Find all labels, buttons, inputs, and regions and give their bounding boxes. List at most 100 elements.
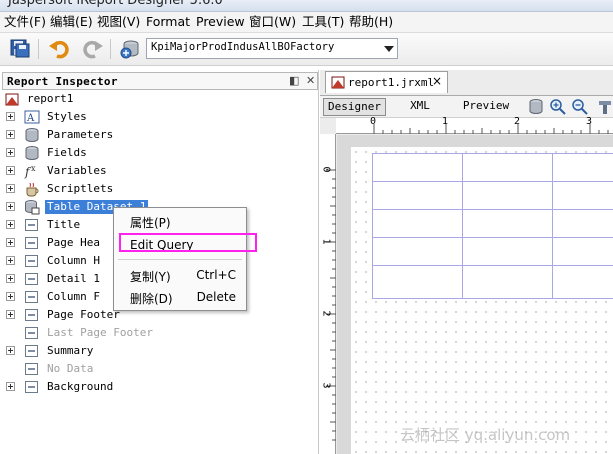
datasource-icon[interactable] [527, 98, 545, 116]
menu-tools[interactable]: 工具(T) [302, 14, 344, 30]
ruler-label: 3 [586, 116, 593, 127]
window-title: Jaspersoft iReport Designer 5.6.0 [8, 0, 223, 8]
copy-menu-item[interactable]: 复制(Y) Ctrl+C [114, 265, 246, 285]
column-line [552, 153, 553, 299]
tree-item-label: Fields [47, 146, 87, 159]
expand-icon[interactable] [6, 382, 15, 391]
band-icon [25, 273, 38, 285]
menu-window[interactable]: 窗口(W) [249, 14, 296, 30]
tree-item-label: Page Hea [47, 236, 100, 249]
undo-icon[interactable] [48, 38, 72, 60]
ruler-label: 3 [320, 382, 332, 389]
band-icon [25, 345, 38, 357]
tree-item-label: Styles [47, 110, 87, 123]
tree-item-label: Parameters [47, 128, 114, 141]
save-all-icon[interactable] [8, 38, 32, 60]
dataset-icon [24, 199, 40, 215]
close-icon[interactable]: ✕ [306, 74, 315, 87]
ruler-label: 2 [514, 116, 521, 127]
tree-item-last-page-footer[interactable]: Last Page Footer [6, 324, 256, 342]
tree-item-styles[interactable]: A Styles [6, 108, 256, 126]
tree-item-no-data[interactable]: No Data [6, 360, 256, 378]
band-icon [25, 291, 38, 303]
tree-item-summary[interactable]: Summary [6, 342, 256, 360]
variables-icon: fx [24, 163, 40, 179]
expand-icon[interactable] [6, 274, 15, 283]
menu-edit[interactable]: 编辑(E) [50, 14, 93, 30]
fields-icon [24, 145, 40, 161]
expand-icon[interactable] [6, 256, 15, 265]
tree-item-label: Detail 1 [47, 272, 100, 285]
ruler-label: 1 [320, 238, 332, 245]
report-bands[interactable] [372, 153, 613, 299]
tab-report1[interactable]: report1.jrxml × [325, 71, 448, 93]
band-line [372, 237, 613, 238]
menu-item-label: 删除(D) [130, 292, 173, 306]
title-bar: Jaspersoft iReport Designer 5.6.0 [0, 0, 613, 12]
properties-menu-item[interactable]: 属性(P) [114, 211, 246, 231]
menu-help[interactable]: 帮助(H) [349, 14, 393, 30]
tree-item-background[interactable]: Background [6, 378, 256, 396]
tree-item-label: Title [47, 218, 81, 231]
tree-item-label: Page Footer [47, 308, 120, 321]
view-designer-button[interactable]: Designer [323, 98, 386, 116]
band-icon [25, 219, 38, 231]
menu-separator [118, 259, 242, 260]
expand-icon[interactable] [6, 184, 15, 193]
scriptlets-icon [24, 181, 40, 197]
expand-icon[interactable] [6, 112, 15, 121]
report-page[interactable] [351, 147, 613, 454]
datasource-icon[interactable] [118, 38, 142, 60]
main-toolbar: KpiMajorProdIndusAllBOFactory [0, 33, 613, 66]
align-tool-icon[interactable] [596, 98, 613, 116]
band-icon [25, 237, 38, 249]
expand-icon[interactable] [6, 220, 15, 229]
expand-icon[interactable] [6, 346, 15, 355]
menu-view[interactable]: 视图(V) [97, 14, 140, 30]
chevron-down-icon[interactable] [381, 39, 397, 58]
tree-item-fields[interactable]: Fields [6, 144, 256, 162]
tree-item-label: No Data [47, 362, 94, 375]
band-line [372, 209, 613, 210]
tree-root[interactable]: report1 [4, 90, 204, 108]
report-inspector-header: Report Inspector ◧ ✕ [2, 72, 318, 90]
view-xml-button[interactable]: XML [400, 98, 440, 116]
menu-file[interactable]: 文件(F) [4, 14, 46, 30]
delete-menu-item[interactable]: 删除(D) Delete [114, 287, 246, 307]
panel-menu-icon[interactable]: ◧ [289, 74, 299, 87]
watermark: 云栖社区 yq.aliyun.com [400, 426, 571, 444]
editor-toolbar: Designer XML Preview [320, 95, 613, 118]
close-icon[interactable]: × [432, 74, 442, 88]
tree-item-parameters[interactable]: Parameters [6, 126, 256, 144]
ruler-label: 0 [370, 116, 377, 127]
datasource-value: KpiMajorProdIndusAllBOFactory [151, 41, 335, 53]
zoom-in-icon[interactable] [549, 98, 567, 116]
band-icon [25, 381, 38, 393]
expand-icon[interactable] [6, 238, 15, 247]
expand-icon[interactable] [6, 166, 15, 175]
tree-item-label: Summary [47, 344, 94, 357]
styles-icon: A [24, 109, 40, 125]
tree-item-variables[interactable]: fx Variables [6, 162, 256, 180]
menu-bar: 文件(F) 编辑(E) 视图(V) Format Preview 窗口(W) 工… [0, 12, 613, 33]
report-icon [330, 74, 346, 90]
menu-format[interactable]: Format [146, 14, 190, 30]
vertical-ruler: 0 1 2 3 [320, 134, 336, 454]
expand-icon[interactable] [6, 130, 15, 139]
tree-item-scriptlets[interactable]: Scriptlets [6, 180, 256, 198]
column-line [372, 153, 373, 299]
expand-icon[interactable] [6, 202, 15, 211]
design-canvas[interactable] [337, 135, 613, 454]
band-icon [25, 255, 38, 267]
report-icon [4, 91, 20, 107]
redo-icon[interactable] [80, 38, 104, 60]
parameters-icon [24, 127, 40, 143]
expand-icon[interactable] [6, 292, 15, 301]
zoom-out-icon[interactable] [571, 98, 589, 116]
datasource-combo[interactable]: KpiMajorProdIndusAllBOFactory [146, 38, 398, 59]
expand-icon[interactable] [6, 148, 15, 157]
expand-icon[interactable] [6, 310, 15, 319]
view-preview-button[interactable]: Preview [458, 98, 514, 116]
tree-item-label: Background [47, 380, 114, 393]
menu-preview[interactable]: Preview [196, 14, 245, 30]
